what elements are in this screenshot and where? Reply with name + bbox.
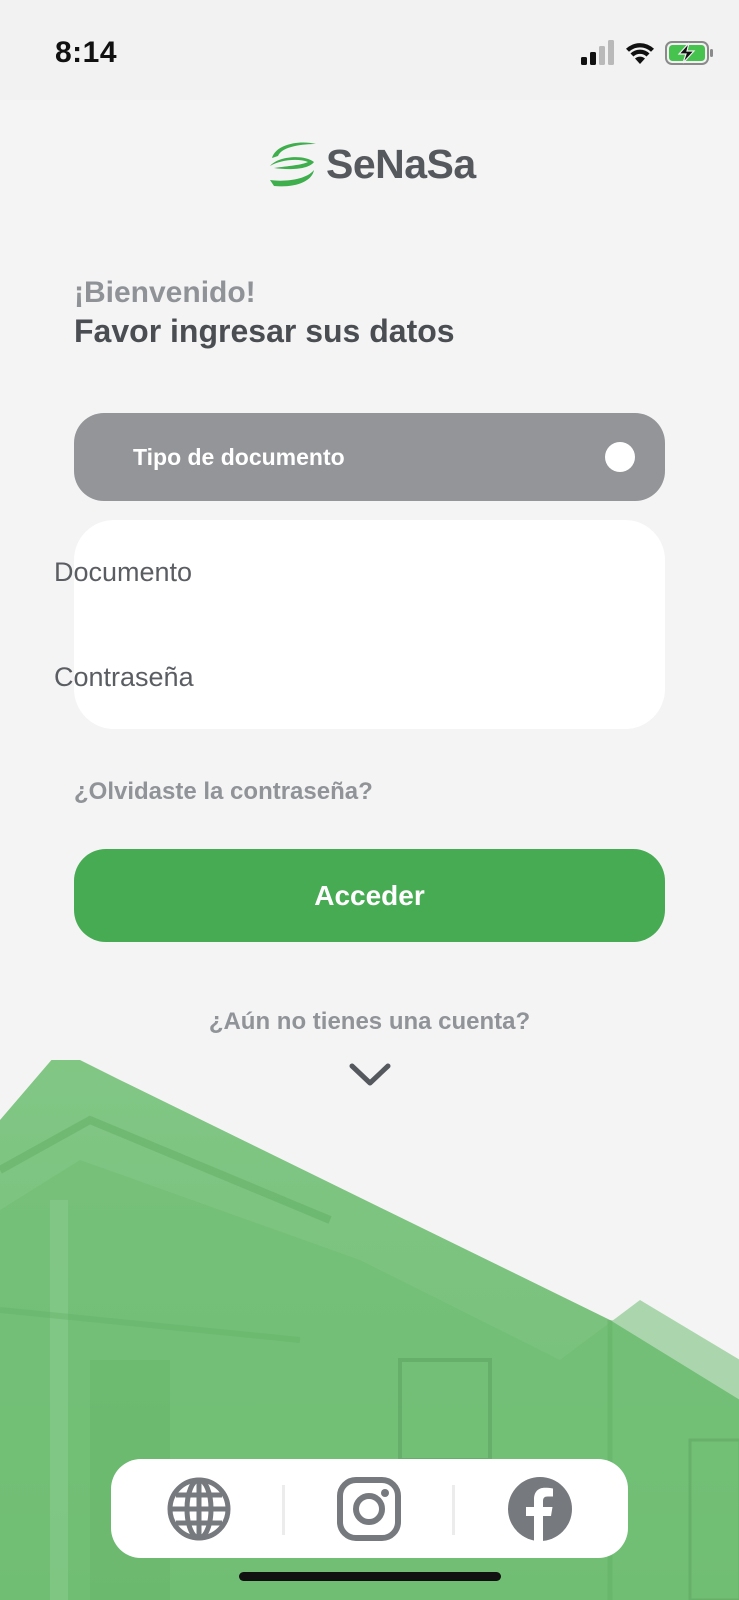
status-time: 8:14 [55, 36, 118, 69]
home-indicator [239, 1572, 501, 1581]
social-links-bar [111, 1459, 628, 1558]
senasa-logo-mark-icon [270, 142, 316, 187]
signup-prompt[interactable]: ¿Aún no tienes una cuenta? [0, 1008, 739, 1036]
forgot-password-link[interactable]: ¿Olvidaste la contraseña? [74, 778, 373, 806]
status-icons [581, 38, 717, 68]
chevron-down-icon[interactable] [349, 1060, 391, 1090]
document-type-label: Tipo de documento [133, 443, 345, 470]
battery-charging-icon [665, 41, 713, 65]
cellular-signal-icon [581, 40, 614, 65]
social-divider [452, 1485, 455, 1535]
brand-name: SeNaSa [326, 140, 476, 187]
document-input[interactable] [54, 547, 534, 597]
globe-icon[interactable] [166, 1476, 232, 1542]
facebook-icon[interactable] [507, 1476, 573, 1542]
document-type-select[interactable]: Tipo de documento [74, 413, 665, 501]
brand-logo: SeNaSa [264, 134, 476, 194]
wifi-icon [626, 43, 654, 64]
page-subtitle: Favor ingresar sus datos [74, 313, 455, 349]
dropdown-indicator-icon [605, 442, 635, 472]
access-button[interactable]: Acceder [74, 849, 665, 942]
social-divider [282, 1485, 285, 1535]
instagram-icon[interactable] [336, 1476, 402, 1542]
password-input[interactable] [54, 652, 534, 702]
status-bar: 8:14 [0, 0, 739, 100]
welcome-heading: ¡Bienvenido! [74, 276, 256, 309]
